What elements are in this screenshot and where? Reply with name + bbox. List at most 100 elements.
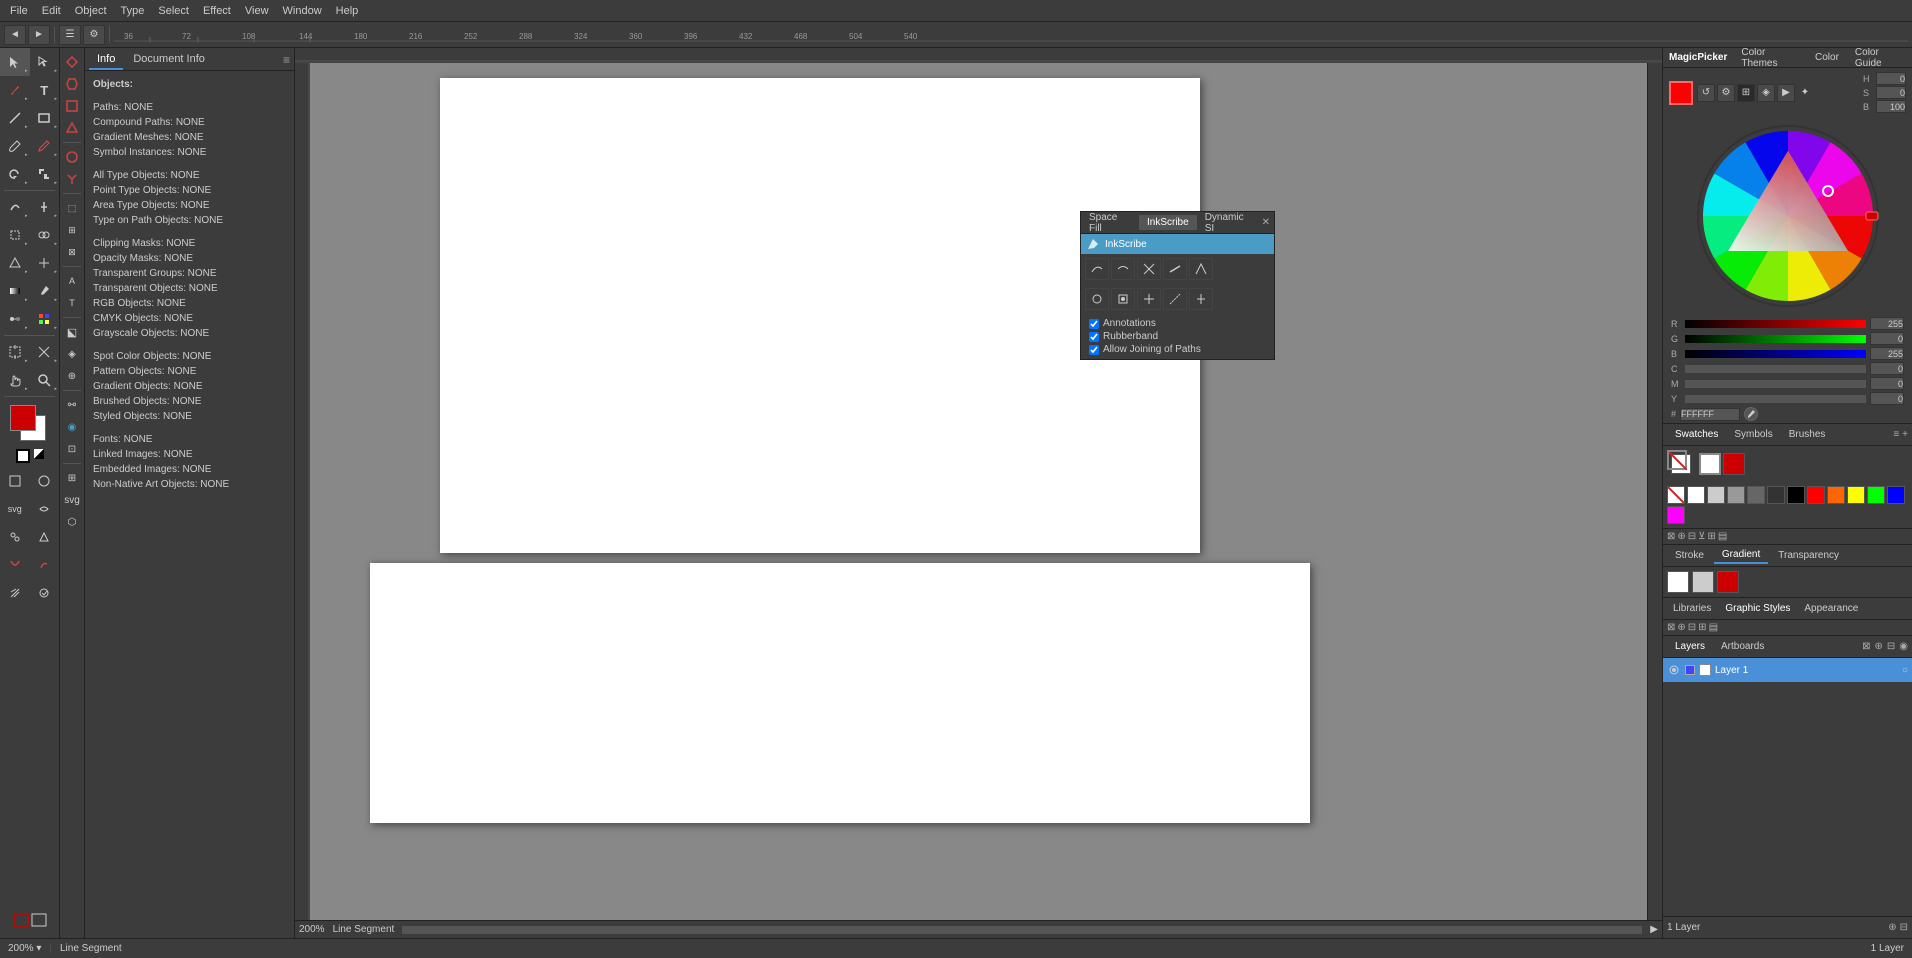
tab-info[interactable]: Info bbox=[89, 50, 123, 70]
sgp-red-swatch[interactable] bbox=[1717, 571, 1739, 593]
bottom-tool-1[interactable] bbox=[0, 579, 30, 607]
sw-bottom-2[interactable]: ⊕ bbox=[1677, 531, 1685, 542]
extra-tool-1[interactable] bbox=[0, 467, 30, 495]
sgp-tab-transparency[interactable]: Transparency bbox=[1770, 548, 1847, 563]
fp-corner[interactable] bbox=[1189, 258, 1213, 280]
secondary-icon-6[interactable] bbox=[62, 169, 82, 189]
sw-bottom-1[interactable]: ⊠ bbox=[1667, 531, 1675, 542]
extra-tool-8[interactable] bbox=[30, 551, 60, 579]
width-tool[interactable]: ▸ bbox=[30, 193, 60, 221]
secondary-icon-8[interactable]: ⊞ bbox=[62, 220, 82, 240]
extra-tool-2[interactable] bbox=[30, 467, 60, 495]
swatch-vdkgray[interactable] bbox=[1767, 486, 1785, 504]
status-zoom[interactable]: 200% ▾ bbox=[8, 943, 41, 954]
secondary-icon-3[interactable] bbox=[62, 96, 82, 116]
sw-add-icon[interactable]: + bbox=[1902, 429, 1908, 440]
menu-item-effect[interactable]: Effect bbox=[197, 3, 237, 19]
swatch-red[interactable] bbox=[1807, 486, 1825, 504]
lp-tab-artboards[interactable]: Artboards bbox=[1713, 639, 1772, 654]
mp-icon-toggle2[interactable]: ◈ bbox=[1757, 84, 1775, 102]
menu-item-window[interactable]: Window bbox=[277, 3, 328, 19]
menu-item-select[interactable]: Select bbox=[152, 3, 195, 19]
inkscribe-tab-spacefill[interactable]: Space Fill bbox=[1081, 210, 1139, 236]
extra-tool-5[interactable] bbox=[0, 523, 30, 551]
extra-tool-7[interactable] bbox=[0, 551, 30, 579]
zoom-tool[interactable]: ▸ bbox=[30, 366, 60, 394]
mp-s-input[interactable] bbox=[1876, 86, 1906, 99]
mp-icon-toggle1[interactable]: ⊞ bbox=[1737, 84, 1755, 102]
secondary-icon-18[interactable]: ⊞ bbox=[62, 468, 82, 488]
lp-bottom-icon-1[interactable]: ⊕ bbox=[1888, 922, 1896, 933]
line-tool[interactable]: ▸ bbox=[0, 104, 30, 132]
mp-icon-settings[interactable]: ⚙ bbox=[1717, 84, 1735, 102]
mp-r-input[interactable] bbox=[1870, 317, 1904, 330]
fp-split[interactable] bbox=[1189, 288, 1213, 310]
menu-item-edit[interactable]: Edit bbox=[36, 3, 67, 19]
bottom-tool-2[interactable] bbox=[30, 579, 60, 607]
secondary-icon-5[interactable] bbox=[62, 147, 82, 167]
secondary-icon-9[interactable]: ⊠ bbox=[62, 242, 82, 262]
menu-item-object[interactable]: Object bbox=[69, 3, 113, 19]
lga-icon-2[interactable]: ⊕ bbox=[1677, 622, 1685, 633]
mp-y-input[interactable] bbox=[1870, 392, 1904, 405]
lp-icon-3[interactable]: ⊟ bbox=[1887, 641, 1895, 652]
pencil-tool[interactable]: ▸ bbox=[30, 132, 60, 160]
secondary-icon-2[interactable] bbox=[62, 74, 82, 94]
fp-anchor-1[interactable] bbox=[1085, 288, 1109, 310]
secondary-icon-13[interactable]: ◈ bbox=[62, 344, 82, 364]
mp-tab-color-themes[interactable]: Color Themes bbox=[1733, 48, 1807, 71]
scroll-track-h[interactable] bbox=[402, 926, 1642, 934]
swatch-yellow[interactable] bbox=[1847, 486, 1865, 504]
type-tool[interactable]: T ▸ bbox=[30, 76, 60, 104]
fp-cross2[interactable] bbox=[1137, 288, 1161, 310]
swatch-none[interactable] bbox=[1667, 486, 1685, 504]
extra-tool-3[interactable]: svg bbox=[0, 495, 30, 523]
color-wheel-svg[interactable] bbox=[1693, 121, 1883, 311]
mp-icon-toggle3[interactable]: ▶ bbox=[1777, 84, 1795, 102]
inkscribe-close-btn[interactable]: ✕ bbox=[1262, 217, 1270, 228]
scale-tool[interactable]: ▸ bbox=[30, 160, 60, 188]
sgp-white-swatch[interactable] bbox=[1667, 571, 1689, 593]
mp-tab-color-guide[interactable]: Color Guide bbox=[1847, 48, 1912, 71]
mp-h-input[interactable] bbox=[1876, 72, 1906, 85]
sgp-gray-swatch[interactable] bbox=[1692, 571, 1714, 593]
swatch-medgray[interactable] bbox=[1727, 486, 1745, 504]
brush-tool[interactable]: ▸ bbox=[0, 132, 30, 160]
secondary-icon-11[interactable]: T bbox=[62, 293, 82, 313]
toolbar-btn-arrow-right[interactable]: ► bbox=[28, 25, 50, 45]
sw-red-box[interactable] bbox=[1723, 453, 1745, 475]
sgp-tab-gradient[interactable]: Gradient bbox=[1714, 547, 1768, 564]
sw-tab-symbols[interactable]: Symbols bbox=[1726, 427, 1780, 442]
fp-cross[interactable] bbox=[1137, 258, 1161, 280]
checkbox-rubberband[interactable] bbox=[1089, 332, 1099, 342]
lga-icon-4[interactable]: ⊞ bbox=[1698, 622, 1706, 633]
secondary-icon-16[interactable]: ◉ bbox=[62, 417, 82, 437]
fp-curve-2[interactable] bbox=[1111, 258, 1135, 280]
blend-tool[interactable]: ▸ bbox=[0, 305, 30, 333]
swatch-green[interactable] bbox=[1867, 486, 1885, 504]
lp-icon-2[interactable]: ⊕ bbox=[1874, 641, 1882, 652]
secondary-icon-20[interactable]: ⬡ bbox=[62, 512, 82, 532]
menu-item-view[interactable]: View bbox=[239, 3, 275, 19]
toolbar-btn-1[interactable]: ☰ bbox=[59, 25, 81, 45]
menu-item-file[interactable]: File bbox=[4, 3, 34, 19]
select-tool[interactable]: ▸ bbox=[0, 48, 30, 76]
slice-tool[interactable]: ▸ bbox=[30, 338, 60, 366]
toolbar-btn-2[interactable]: ⚙ bbox=[83, 25, 105, 45]
mesh-tool[interactable]: ▸ bbox=[30, 249, 60, 277]
swatch-dkgray[interactable] bbox=[1747, 486, 1765, 504]
lga-icon-1[interactable]: ⊠ bbox=[1667, 622, 1675, 633]
checkbox-annotations[interactable] bbox=[1089, 319, 1099, 329]
fp-curve-1[interactable] bbox=[1085, 258, 1109, 280]
gradient-tool[interactable]: ▸ bbox=[0, 277, 30, 305]
nav-arrow-right[interactable]: ▶ bbox=[1650, 924, 1658, 935]
mp-m-input[interactable] bbox=[1870, 377, 1904, 390]
inkscribe-tab-dynamicsi[interactable]: Dynamic SI bbox=[1197, 210, 1262, 236]
fp-anchor-2[interactable] bbox=[1111, 288, 1135, 310]
tab-document-info[interactable]: Document Info bbox=[125, 50, 213, 70]
sw-tab-swatches[interactable]: Swatches bbox=[1667, 427, 1726, 442]
canvas-scroll-area[interactable]: Space Fill InkScribe Dynamic SI ✕ InkScr… bbox=[310, 63, 1647, 920]
secondary-icon-19[interactable]: svg bbox=[62, 490, 82, 510]
sw-fill-box[interactable] bbox=[1699, 453, 1721, 475]
inkscribe-tab-inkscribe[interactable]: InkScribe bbox=[1139, 215, 1197, 230]
